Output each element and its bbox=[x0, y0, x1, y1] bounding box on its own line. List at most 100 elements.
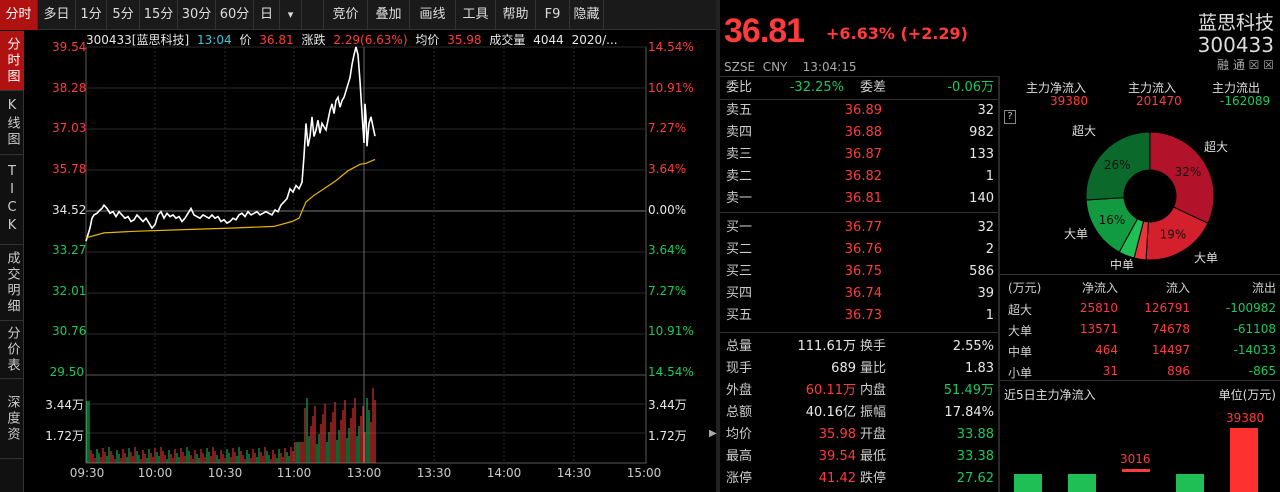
pct-tick-right: 10.91% bbox=[648, 324, 694, 338]
ask-row[interactable]: 卖五 36.89 32 bbox=[720, 100, 998, 122]
stat-row: 涨停 41.42 跌停 27.62 bbox=[720, 468, 998, 490]
toolbar-item-10[interactable]: 画线 bbox=[410, 0, 456, 30]
market-code: SZSE bbox=[724, 60, 756, 74]
toolbar-item-4[interactable]: 15分 bbox=[140, 0, 178, 30]
quote-time: 13:04:15 bbox=[802, 60, 857, 74]
bid-row[interactable]: 买四 36.74 39 bbox=[720, 283, 998, 305]
five-day-value: 3016 bbox=[1120, 452, 1151, 466]
flow-table-net: 25810 bbox=[1079, 301, 1118, 315]
five-day-title: 近5日主力净流入 bbox=[1004, 388, 1096, 402]
ask-volume: 982 bbox=[969, 125, 994, 140]
time-tick: 10:00 bbox=[137, 466, 173, 480]
toolbar-item-3[interactable]: 5分 bbox=[107, 0, 140, 30]
flow-table-out: -14033 bbox=[1233, 343, 1276, 357]
toolbar-item-13[interactable]: F9 bbox=[536, 0, 570, 30]
bid-row[interactable]: 买三 36.75 586 bbox=[720, 261, 998, 283]
flow-table-in: 14497 bbox=[1151, 343, 1190, 357]
bid-label: 买五 bbox=[726, 308, 753, 323]
bid-row[interactable]: 买二 36.76 2 bbox=[720, 239, 998, 261]
bid-price: 36.76 bbox=[844, 242, 882, 257]
toolbar-item-7[interactable]: 日 bbox=[254, 0, 280, 30]
time-tick: 09:30 bbox=[69, 466, 105, 480]
ask-row[interactable]: 卖三 36.87 133 bbox=[720, 144, 998, 166]
separator bbox=[720, 332, 998, 333]
bid-row[interactable]: 买一 36.77 32 bbox=[720, 217, 998, 239]
stat-value: 2.55% bbox=[952, 339, 994, 354]
side-tab-5[interactable]: 深度资 bbox=[0, 379, 24, 459]
ask-row[interactable]: 卖二 36.82 1 bbox=[720, 166, 998, 188]
donut-slice-label: 19% bbox=[1160, 228, 1187, 242]
bid-label: 买一 bbox=[726, 220, 753, 235]
toolbar-item-0[interactable]: 分时 bbox=[0, 0, 38, 30]
pct-tick-right: 14.54% bbox=[648, 40, 694, 54]
donut-slice-label: 32% bbox=[1175, 165, 1202, 179]
ask-row[interactable]: 卖一 36.81 140 bbox=[720, 188, 998, 210]
stat-value: 51.49万 bbox=[943, 383, 994, 398]
toolbar-item-12[interactable]: 帮助 bbox=[496, 0, 536, 30]
side-tab-2[interactable]: TICK bbox=[0, 155, 24, 245]
quote-icons[interactable]: 融 通 ☒ ☒ bbox=[1217, 56, 1274, 73]
toolbar-item-6[interactable]: 60分 bbox=[216, 0, 254, 30]
volume-frame bbox=[85, 374, 647, 464]
stat-label: 最高 bbox=[726, 449, 753, 464]
currency: CNY bbox=[762, 60, 788, 74]
bid-price: 36.74 bbox=[844, 286, 882, 301]
time-tick: 14:30 bbox=[556, 466, 592, 480]
pct-tick-right: 7.27% bbox=[648, 284, 687, 298]
five-day-unit: 单位(万元) bbox=[1218, 388, 1276, 402]
stat-row: 外盘 60.11万 内盘 51.49万 bbox=[720, 380, 998, 402]
flow-table-key: 小单 bbox=[1008, 366, 1033, 380]
ask-volume: 32 bbox=[977, 103, 994, 118]
price-tick-left: 32.01 bbox=[52, 284, 87, 298]
ask-label: 卖二 bbox=[726, 169, 753, 184]
bid-row[interactable]: 买五 36.73 1 bbox=[720, 305, 998, 327]
bid-label: 买四 bbox=[726, 286, 753, 301]
bid-price: 36.73 bbox=[844, 308, 882, 323]
flow-summary-value: -162089 bbox=[1220, 94, 1271, 108]
side-tabs: 分时图 K线图 TICK 成交明细 分价表 深度资 bbox=[0, 31, 24, 492]
separator bbox=[720, 212, 998, 213]
ask-volume: 133 bbox=[969, 147, 994, 162]
side-tab-1[interactable]: K线图 bbox=[0, 91, 24, 155]
side-tab-4[interactable]: 分价表 bbox=[0, 321, 24, 379]
toolbar-item-2[interactable]: 1分 bbox=[76, 0, 107, 30]
toolbar-item-11[interactable]: 工具 bbox=[456, 0, 496, 30]
bid-volume: 1 bbox=[985, 308, 994, 323]
time-tick: 13:30 bbox=[416, 466, 452, 480]
flow-table-out: -61108 bbox=[1233, 322, 1276, 336]
stat-value: 27.62 bbox=[956, 471, 994, 486]
ask-row[interactable]: 卖四 36.88 982 bbox=[720, 122, 998, 144]
weicha-value: -0.06万 bbox=[947, 80, 994, 95]
toolbar-item-14[interactable]: 隐藏 bbox=[570, 0, 604, 30]
flow-table-key: 超大 bbox=[1008, 303, 1033, 317]
flow-table-net: 464 bbox=[1095, 343, 1118, 357]
donut-label-super: 超大 bbox=[1072, 123, 1096, 138]
flow-summary-value: 201470 bbox=[1136, 94, 1182, 108]
toolbar-item-9[interactable]: 叠加 bbox=[368, 0, 410, 30]
stat-value: 689 bbox=[831, 361, 856, 376]
intraday-chart[interactable] bbox=[24, 31, 716, 492]
flow-table-in: 896 bbox=[1167, 364, 1190, 378]
chevron-down-icon[interactable]: ▾ bbox=[280, 0, 302, 30]
side-tab-3[interactable]: 成交明细 bbox=[0, 245, 24, 321]
toolbar-item-1[interactable]: 多日 bbox=[38, 0, 76, 30]
collapse-arrow-icon[interactable]: ▶ bbox=[709, 428, 719, 442]
price-tick-left: 37.03 bbox=[52, 121, 87, 135]
donut-label-big: 大单 bbox=[1064, 227, 1088, 241]
five-day-bar bbox=[1176, 474, 1204, 492]
toolbar-item-8[interactable]: 竞价 bbox=[324, 0, 368, 30]
stat-row: 最高 39.54 最低 33.38 bbox=[720, 446, 998, 468]
pct-tick-right: 7.27% bbox=[648, 121, 687, 135]
bid-volume: 2 bbox=[985, 242, 994, 257]
flow-table-out: -865 bbox=[1248, 364, 1276, 378]
last-price: 36.81 bbox=[724, 12, 805, 50]
toolbar-item-5[interactable]: 30分 bbox=[178, 0, 216, 30]
time-tick: 14:00 bbox=[486, 466, 522, 480]
ask-price: 36.88 bbox=[844, 125, 882, 140]
side-tab-0[interactable]: 分时图 bbox=[0, 31, 24, 91]
stat-value: 33.88 bbox=[956, 427, 994, 442]
stat-label: 总额 bbox=[726, 405, 753, 420]
weibi-row: 委比 -32.25% 委差 -0.06万 bbox=[720, 77, 998, 99]
stock-name: 蓝思科技 bbox=[1197, 12, 1274, 34]
stat-value: 111.61万 bbox=[797, 339, 857, 354]
